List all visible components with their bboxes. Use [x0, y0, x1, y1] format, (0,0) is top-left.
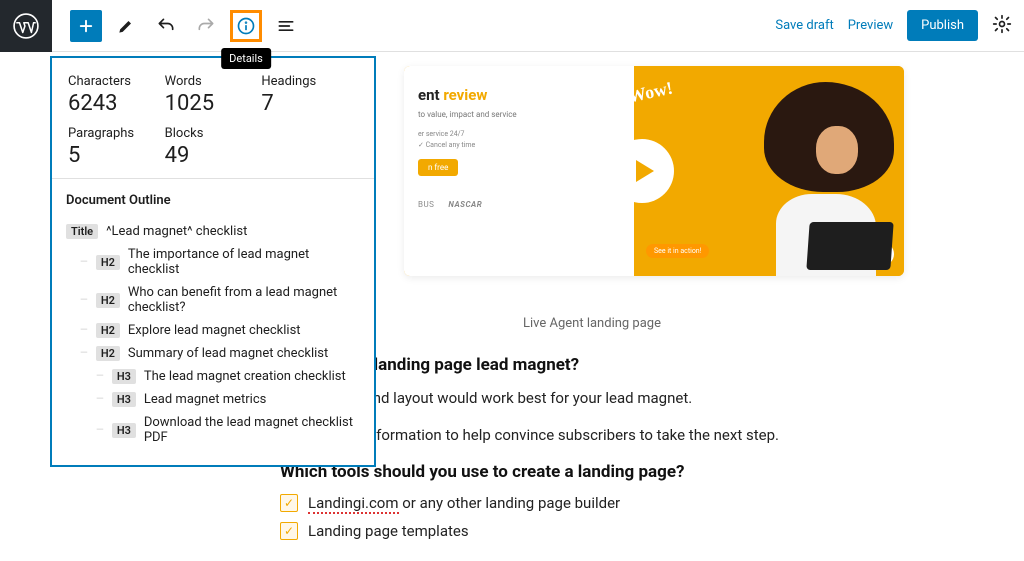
outline-item[interactable]: — H2 Summary of lead magnet checklist	[66, 342, 360, 365]
outline-item[interactable]: — H3 Download the lead magnet checklist PD…	[66, 411, 360, 449]
stat-headings: Headings 7	[261, 74, 358, 116]
heading-badge: H2	[96, 255, 120, 270]
outline-item-label: ^Lead magnet^ checklist	[106, 224, 247, 239]
outline-item-label: Download the lead magnet checklist PDF	[144, 415, 360, 445]
pencil-icon	[116, 16, 136, 36]
info-icon	[236, 16, 256, 36]
save-draft-button[interactable]: Save draft	[775, 18, 833, 33]
outline-item-label: Summary of lead magnet checklist	[128, 346, 328, 361]
outline-item[interactable]: — H2 Who can benefit from a lead magnet ch…	[66, 281, 360, 319]
preview-button[interactable]: Preview	[848, 18, 893, 33]
outline-list: Title ^Lead magnet^ checklist — H2 The impor…	[66, 220, 360, 449]
outline-marker: —	[80, 348, 88, 359]
outline-item-label: The lead magnet creation checklist	[144, 369, 346, 384]
hero-right-panel: Wow! See it in action! 💬	[634, 66, 904, 276]
details-button[interactable]	[230, 10, 262, 42]
hero-try-button: n free	[418, 159, 458, 176]
outline-marker: —	[96, 394, 104, 405]
wow-text: Wow!	[626, 78, 674, 108]
outline-item[interactable]: Title ^Lead magnet^ checklist	[66, 220, 360, 243]
outline-heading: Document Outline	[66, 193, 360, 208]
heading-badge: H2	[96, 293, 120, 308]
heading-badge: H3	[112, 423, 136, 438]
person-illustration	[734, 76, 904, 276]
play-icon	[610, 139, 674, 203]
toolbar-right: Save draft Preview Publish	[775, 10, 1012, 41]
hero-image: ent review to value, impact and service …	[404, 66, 904, 276]
undo-button[interactable]	[150, 10, 182, 42]
document-outline: Document Outline Title ^Lead magnet^ chec…	[52, 179, 374, 465]
editor-toolbar: Details Save draft Preview Publish	[0, 0, 1024, 52]
stat-characters: Characters 6243	[68, 74, 165, 116]
plus-icon	[77, 17, 95, 35]
check-icon: ✓	[280, 522, 298, 540]
outline-item[interactable]: — H3 Lead magnet metrics	[66, 388, 360, 411]
list-item[interactable]: ✓ Landingi.com or any other landing page…	[280, 494, 904, 512]
hero-subtitle: to value, impact and service	[418, 110, 620, 119]
gear-icon	[992, 14, 1012, 34]
edit-mode-button[interactable]	[110, 10, 142, 42]
wordpress-logo[interactable]	[0, 0, 52, 52]
stat-blocks: Blocks 49	[165, 126, 262, 168]
outline-marker: —	[80, 257, 88, 268]
settings-button[interactable]	[992, 14, 1012, 38]
stat-words: Words 1025	[165, 74, 262, 116]
outline-item[interactable]: — H2 The importance of lead magnet checkli…	[66, 243, 360, 281]
tools-list: ✓ Landingi.com or any other landing page…	[280, 494, 904, 540]
wordpress-icon	[13, 13, 39, 39]
heading-badge: H3	[112, 369, 136, 384]
hero-line1: er service 24/7	[418, 129, 620, 140]
hero-title: ent review	[418, 86, 620, 104]
list-icon	[276, 16, 296, 36]
outline-item[interactable]: — H3 The lead magnet creation checklist	[66, 365, 360, 388]
outline-marker: —	[80, 325, 88, 336]
redo-button[interactable]	[190, 10, 222, 42]
outline-marker: —	[80, 295, 88, 306]
redo-icon	[196, 16, 216, 36]
stat-paragraphs: Paragraphs 5	[68, 126, 165, 168]
check-icon: ✓	[280, 494, 298, 512]
list-item[interactable]: ✓ Landing page templates	[280, 522, 904, 540]
heading-badge: Title	[66, 224, 98, 239]
outline-item[interactable]: — H2 Explore lead magnet checklist	[66, 319, 360, 342]
heading-badge: H2	[96, 323, 120, 338]
heading-badge: H2	[96, 346, 120, 361]
hero-line2: ✓ Cancel any time	[418, 140, 620, 151]
stats-grid: Characters 6243 Words 1025 Headings 7 Pa…	[52, 58, 374, 179]
outline-item-label: Who can benefit from a lead magnet check…	[128, 285, 360, 315]
publish-button[interactable]: Publish	[907, 10, 978, 41]
heading-badge: H3	[112, 392, 136, 407]
outline-marker: —	[96, 371, 104, 382]
add-block-button[interactable]	[70, 10, 102, 42]
see-action-pill: See it in action!	[646, 244, 709, 258]
outline-item-label: The importance of lead magnet checklist	[128, 247, 360, 277]
outline-item-label: Lead magnet metrics	[144, 392, 266, 407]
outline-item-label: Explore lead magnet checklist	[128, 323, 301, 338]
hero-left-panel: ent review to value, impact and service …	[404, 66, 634, 276]
details-tooltip: Details	[221, 48, 271, 69]
list-view-button[interactable]	[270, 10, 302, 42]
details-button-wrap: Details	[230, 10, 262, 42]
outline-marker: —	[96, 425, 104, 436]
hero-logos: BUS NASCAR	[418, 200, 620, 209]
details-popover: Characters 6243 Words 1025 Headings 7 Pa…	[50, 56, 376, 467]
undo-icon	[156, 16, 176, 36]
